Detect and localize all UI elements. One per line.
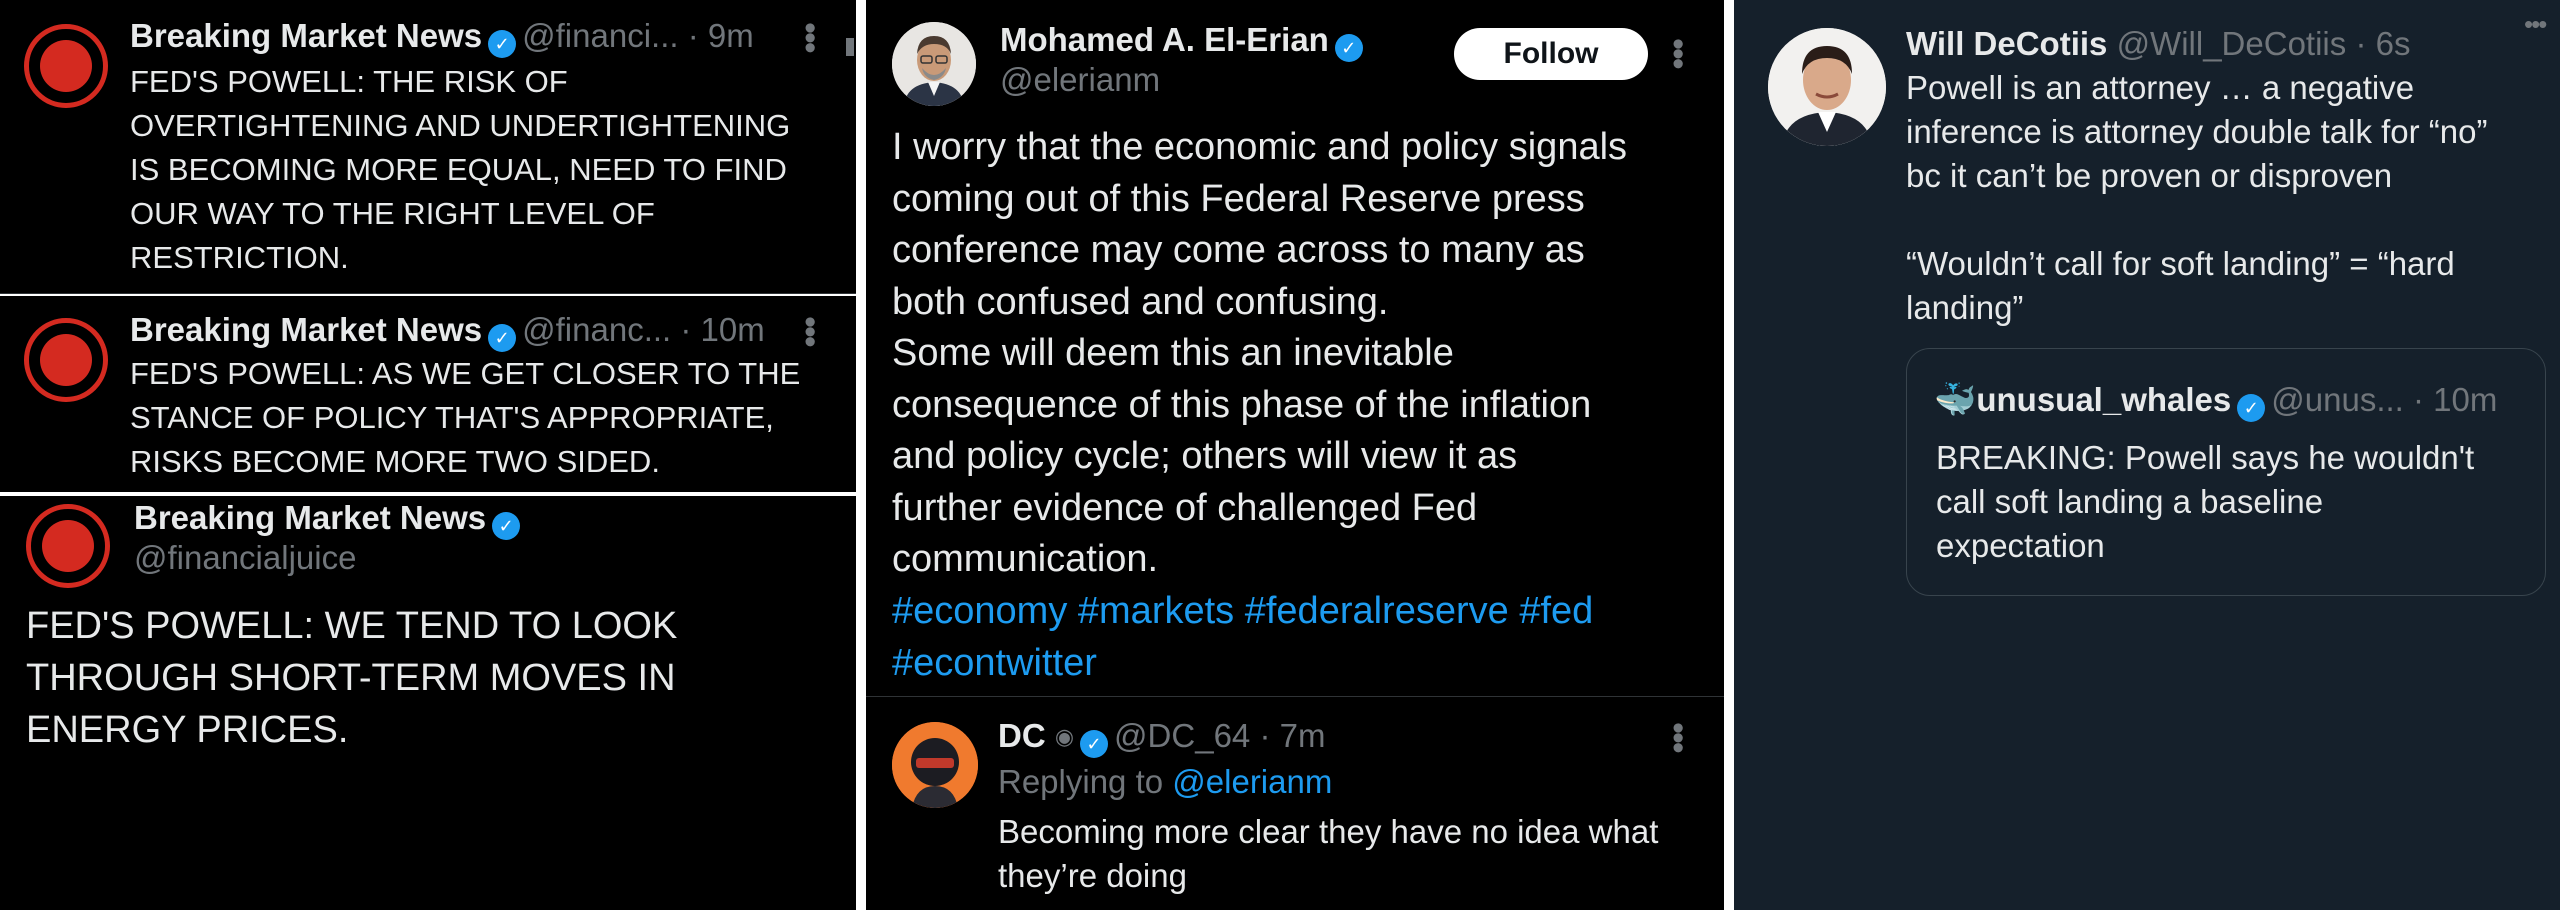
more-options-icon[interactable]: •••: [1659, 38, 1697, 68]
tweet-text: FED'S POWELL: THE RISK OF OVERTIGHTENING…: [130, 64, 791, 275]
author-handle[interactable]: @financ...: [522, 311, 671, 348]
author-name[interactable]: Breaking Market News: [130, 311, 482, 348]
whale-avatar-icon: 🐳: [1934, 381, 1977, 419]
tweet-text: FED'S POWELL: WE TEND TO LOOK THROUGH SH…: [26, 605, 678, 751]
replying-to-label: Replying to: [998, 763, 1164, 800]
avatar[interactable]: [26, 504, 110, 588]
more-options-icon[interactable]: •••: [791, 316, 829, 346]
reply-text: Becoming more clear they have no idea wh…: [998, 813, 1659, 894]
avatar[interactable]: [1768, 28, 1886, 146]
tweet-text: Powell is an attorney … a negative infer…: [1906, 69, 2488, 326]
reply-author-handle[interactable]: @DC_64: [1114, 717, 1250, 754]
hashtag-economy[interactable]: #economy: [892, 590, 1067, 632]
more-options-icon[interactable]: •••: [791, 22, 829, 52]
panel-breaking-market-news: Breaking Market News ✓ @financi... · 9m ••…: [0, 0, 856, 910]
hashtag-fed[interactable]: #fed: [1519, 590, 1593, 632]
replying-to-link[interactable]: @elerianm: [1172, 763, 1332, 800]
reply-more-options-icon[interactable]: •••: [1659, 722, 1697, 752]
tweet-text: I worry that the economic and policy sig…: [892, 126, 1628, 580]
quote-author-handle[interactable]: @unus...: [2271, 381, 2404, 418]
avatar[interactable]: [892, 22, 976, 106]
verified-badge-icon: ✓: [1080, 730, 1109, 758]
tweet-header: Will DeCotiis @Will_DeCotiis · 6s: [1906, 24, 2410, 64]
tweet-3[interactable]: Breaking Market News ✓ @financialjuice FE…: [0, 496, 856, 910]
author-name[interactable]: Mohamed A. El-Erian: [1000, 21, 1329, 58]
timestamp[interactable]: · 10m: [680, 311, 764, 348]
status-ring-icon: ◉: [1054, 724, 1075, 749]
replying-to: Replying to @elerianm: [998, 762, 1332, 802]
verified-badge-icon: ✓: [488, 324, 517, 352]
author-name[interactable]: Breaking Market News: [134, 499, 486, 536]
verified-badge-icon: ✓: [488, 30, 517, 58]
follow-button[interactable]: Follow: [1454, 28, 1648, 80]
hashtag-markets[interactable]: #markets: [1078, 590, 1234, 632]
verified-badge-icon: ✓: [1334, 34, 1363, 62]
timestamp[interactable]: · 6s: [2355, 25, 2410, 62]
quote-text: BREAKING: Powell says he wouldn't call s…: [1936, 439, 2475, 564]
helmet-avatar-icon: [892, 722, 978, 808]
author-handle[interactable]: @financialjuice: [134, 538, 356, 578]
verified-badge-icon: ✓: [492, 512, 521, 540]
quote-header: 🐳unusual_whales ✓ @unus... · 10m: [1934, 380, 2497, 422]
hashtag-federalreserve[interactable]: #federalreserve: [1245, 590, 1509, 632]
tweet-header: Breaking Market News ✓: [134, 498, 526, 540]
hashtag-list: #economy #markets #federalreserve #fed #…: [892, 586, 1712, 689]
hashtag-econtwitter[interactable]: #econtwitter: [892, 642, 1097, 684]
divider: [866, 696, 1724, 697]
avatar[interactable]: [24, 318, 108, 402]
tweet-text: FED'S POWELL: AS WE GET CLOSER TO THE ST…: [130, 356, 801, 479]
tweet-header: Mohamed A. El-Erian ✓: [1000, 20, 1369, 62]
tweet-header: Breaking Market News ✓ @financ... · 10m: [130, 310, 765, 352]
tweet-header: Breaking Market News ✓ @financi... · 9m: [130, 16, 754, 58]
author-handle[interactable]: @Will_DeCotiis: [2117, 25, 2347, 62]
reply-avatar[interactable]: [892, 722, 978, 808]
timestamp[interactable]: · 9m: [688, 17, 754, 54]
reply-author-name[interactable]: DC: [998, 717, 1046, 754]
author-handle[interactable]: @elerianm: [1000, 60, 1160, 100]
avatar[interactable]: [24, 24, 108, 108]
profile-photo-icon: [1768, 28, 1886, 146]
reply-timestamp[interactable]: · 7m: [1259, 717, 1325, 754]
quote-author-name[interactable]: unusual_whales: [1976, 381, 2231, 418]
verified-badge-icon: ✓: [2237, 394, 2266, 422]
quote-timestamp[interactable]: · 10m: [2413, 381, 2497, 418]
tweet-2[interactable]: Breaking Market News ✓ @financ... · 10m ••…: [0, 296, 856, 492]
author-handle[interactable]: @financi...: [522, 17, 678, 54]
profile-photo-icon: [892, 22, 976, 106]
tweet-1[interactable]: Breaking Market News ✓ @financi... · 9m ••…: [0, 0, 856, 294]
reply-header: DC ◉ ✓ @DC_64 · 7m: [998, 716, 1325, 758]
author-name[interactable]: Will DeCotiis: [1906, 25, 2107, 62]
scrollbar-thumb[interactable]: [846, 38, 854, 56]
author-name[interactable]: Breaking Market News: [130, 17, 482, 54]
more-options-icon[interactable]: •••: [2524, 11, 2547, 37]
